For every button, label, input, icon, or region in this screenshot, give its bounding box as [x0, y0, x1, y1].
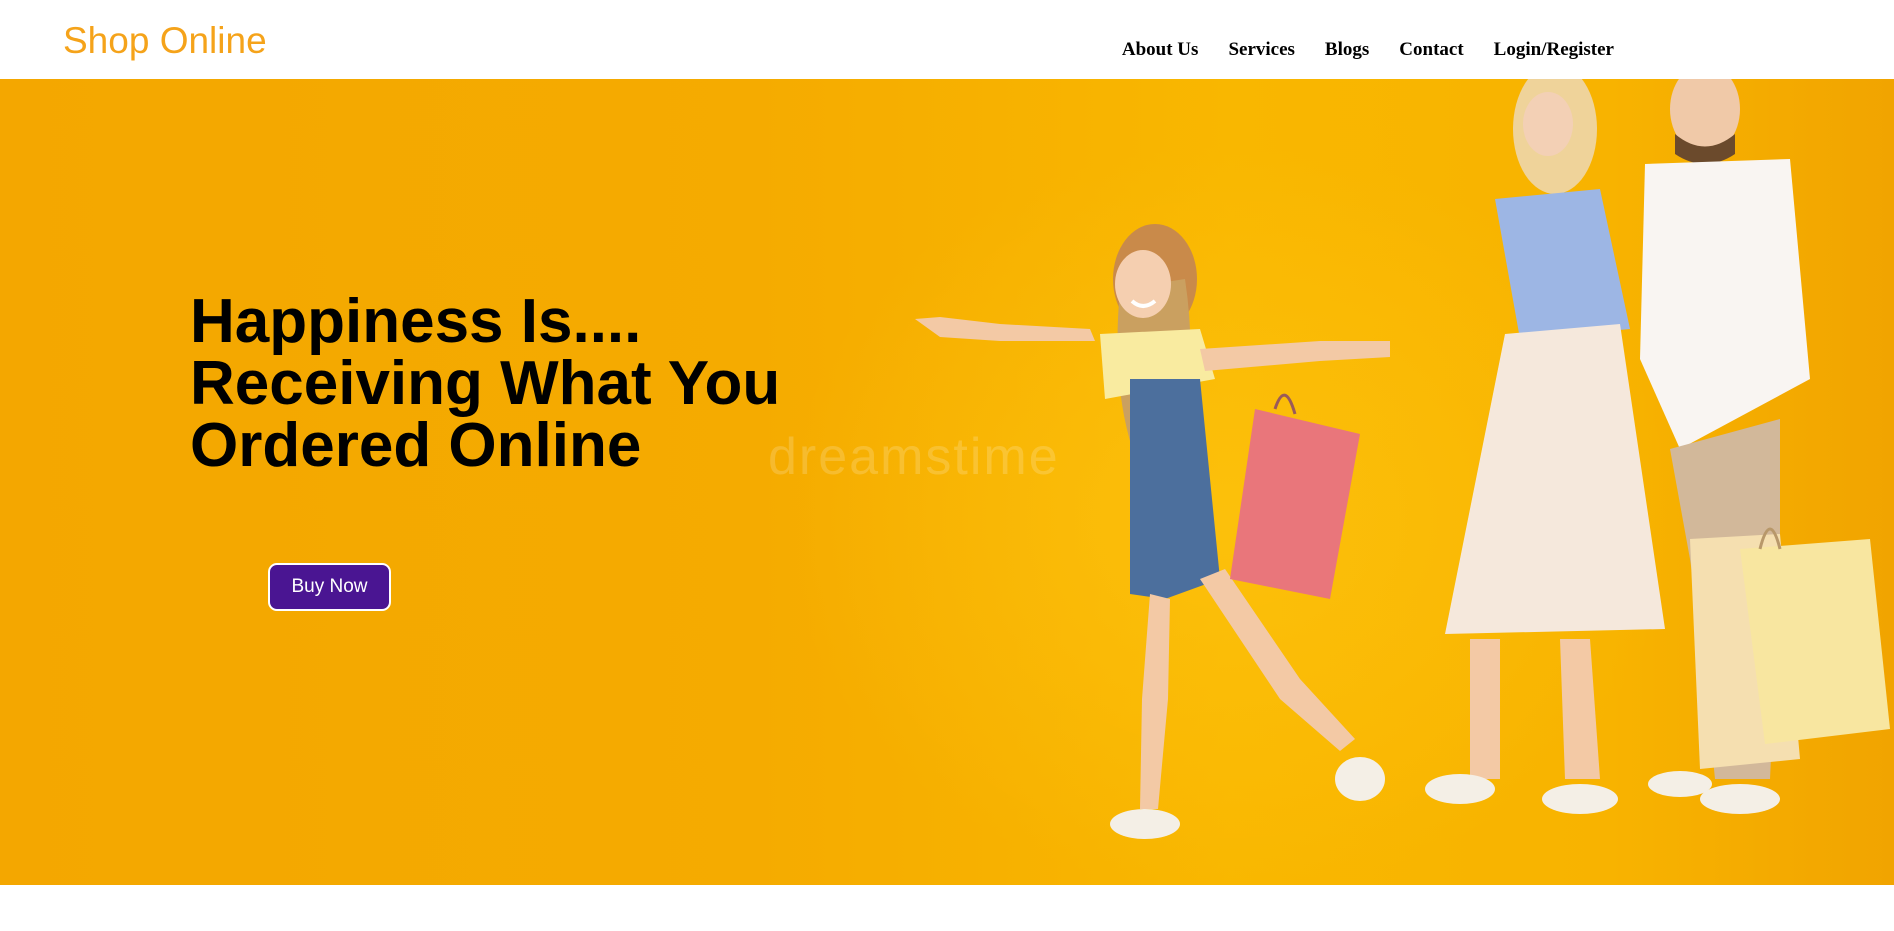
- nav-link-login-register[interactable]: Login/Register: [1494, 40, 1614, 59]
- mother-figure: [1425, 79, 1665, 814]
- navbar: Shop Online About Us Services Blogs Cont…: [0, 0, 1894, 79]
- buy-now-button[interactable]: Buy Now: [268, 563, 391, 611]
- headline-line-1: Happiness Is....: [190, 287, 642, 356]
- headline-line-2: Receiving What You: [190, 349, 781, 418]
- nav-link-services[interactable]: Services: [1228, 40, 1294, 59]
- nav-link-blogs[interactable]: Blogs: [1325, 40, 1369, 59]
- nav-link-contact[interactable]: Contact: [1399, 40, 1463, 59]
- site-logo[interactable]: Shop Online: [63, 22, 267, 59]
- hero-banner: Happiness Is.... Receiving What You Orde…: [0, 79, 1894, 885]
- girl-figure: [915, 224, 1390, 839]
- nav-links: About Us Services Blogs Contact Login/Re…: [1122, 40, 1614, 59]
- nav-link-about-us[interactable]: About Us: [1122, 40, 1199, 59]
- father-figure: [1640, 79, 1890, 814]
- family-shopping-photo: [915, 79, 1890, 839]
